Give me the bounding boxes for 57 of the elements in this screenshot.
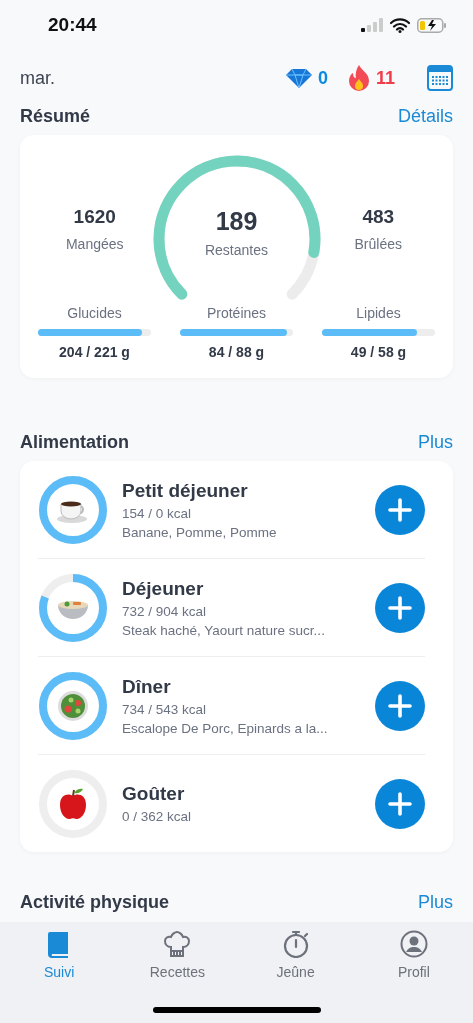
meal-calories: 154 / 0 kcal	[122, 505, 193, 521]
calorie-value: 1620	[73, 206, 116, 228]
add-button[interactable]	[375, 484, 425, 535]
macro-label: Glucides	[67, 305, 122, 321]
details-link[interactable]: Détails	[397, 106, 453, 127]
calorie-value: 483	[362, 206, 395, 228]
macro-value: 204 / 221 g	[59, 344, 130, 360]
meal-name: Déjeuner	[122, 577, 205, 600]
apple-icon	[58, 786, 88, 821]
meal-name: Goûter	[122, 783, 186, 805]
battery-icon	[417, 17, 447, 33]
plus-icon	[388, 497, 412, 522]
calendar-icon	[427, 65, 453, 91]
meal-items: Escalope De Porc, Epinards a la...	[122, 720, 329, 736]
add-button[interactable]	[375, 778, 425, 829]
add-button[interactable]	[375, 680, 425, 731]
macro-value: 49 / 58 g	[350, 344, 407, 360]
meal-name: Petit déjeuner	[122, 479, 249, 502]
tab[interactable]: Suivi	[0, 930, 119, 980]
date-label: mar.	[20, 67, 56, 89]
section-title: Alimentation	[20, 432, 129, 453]
tab[interactable]: Recettes	[118, 930, 237, 980]
calorie-label: Mangées	[65, 236, 124, 252]
calorie-label: Brûlées	[354, 236, 402, 252]
add-button[interactable]	[375, 582, 425, 633]
more-link[interactable]: Plus	[418, 892, 453, 913]
calorie-value: 189	[215, 207, 258, 236]
streak-count: 11	[375, 67, 395, 89]
stopwatch-icon	[281, 930, 310, 958]
gem-count: 0	[317, 67, 328, 89]
plus-icon	[388, 791, 412, 816]
macro-label: Protéines	[206, 305, 267, 321]
macro-label: Lipides	[356, 305, 401, 321]
calendar-button[interactable]	[427, 65, 453, 91]
meal-calories: 734 / 543 kcal	[122, 701, 208, 717]
chef-hat-icon	[163, 930, 192, 958]
meal-calories: 732 / 904 kcal	[122, 603, 208, 619]
flame-icon	[347, 65, 370, 91]
wifi-icon	[390, 17, 410, 33]
signal-icon	[361, 18, 383, 32]
section-title: Activité physique	[20, 892, 170, 913]
diamond-icon	[285, 68, 312, 88]
tab[interactable]: Profil	[354, 930, 473, 980]
plus-icon	[388, 693, 412, 718]
plus-icon	[388, 595, 412, 620]
calorie-label: Restantes	[204, 242, 268, 258]
tab[interactable]: Jeûne	[236, 930, 355, 980]
salad-bowl-icon	[57, 689, 89, 722]
profile-icon	[399, 930, 428, 958]
meal-name: Dîner	[122, 675, 172, 698]
macro-value: 84 / 88 g	[208, 344, 265, 360]
more-link[interactable]: Plus	[418, 432, 453, 453]
meal-calories: 0 / 362 kcal	[122, 809, 193, 824]
meal-items: Banane, Pomme, Pomme	[122, 524, 278, 540]
meal-items: Steak haché, Yaourt nature sucr...	[122, 622, 326, 638]
status-time: 20:44	[48, 14, 97, 36]
section-title: Résumé	[20, 106, 91, 127]
